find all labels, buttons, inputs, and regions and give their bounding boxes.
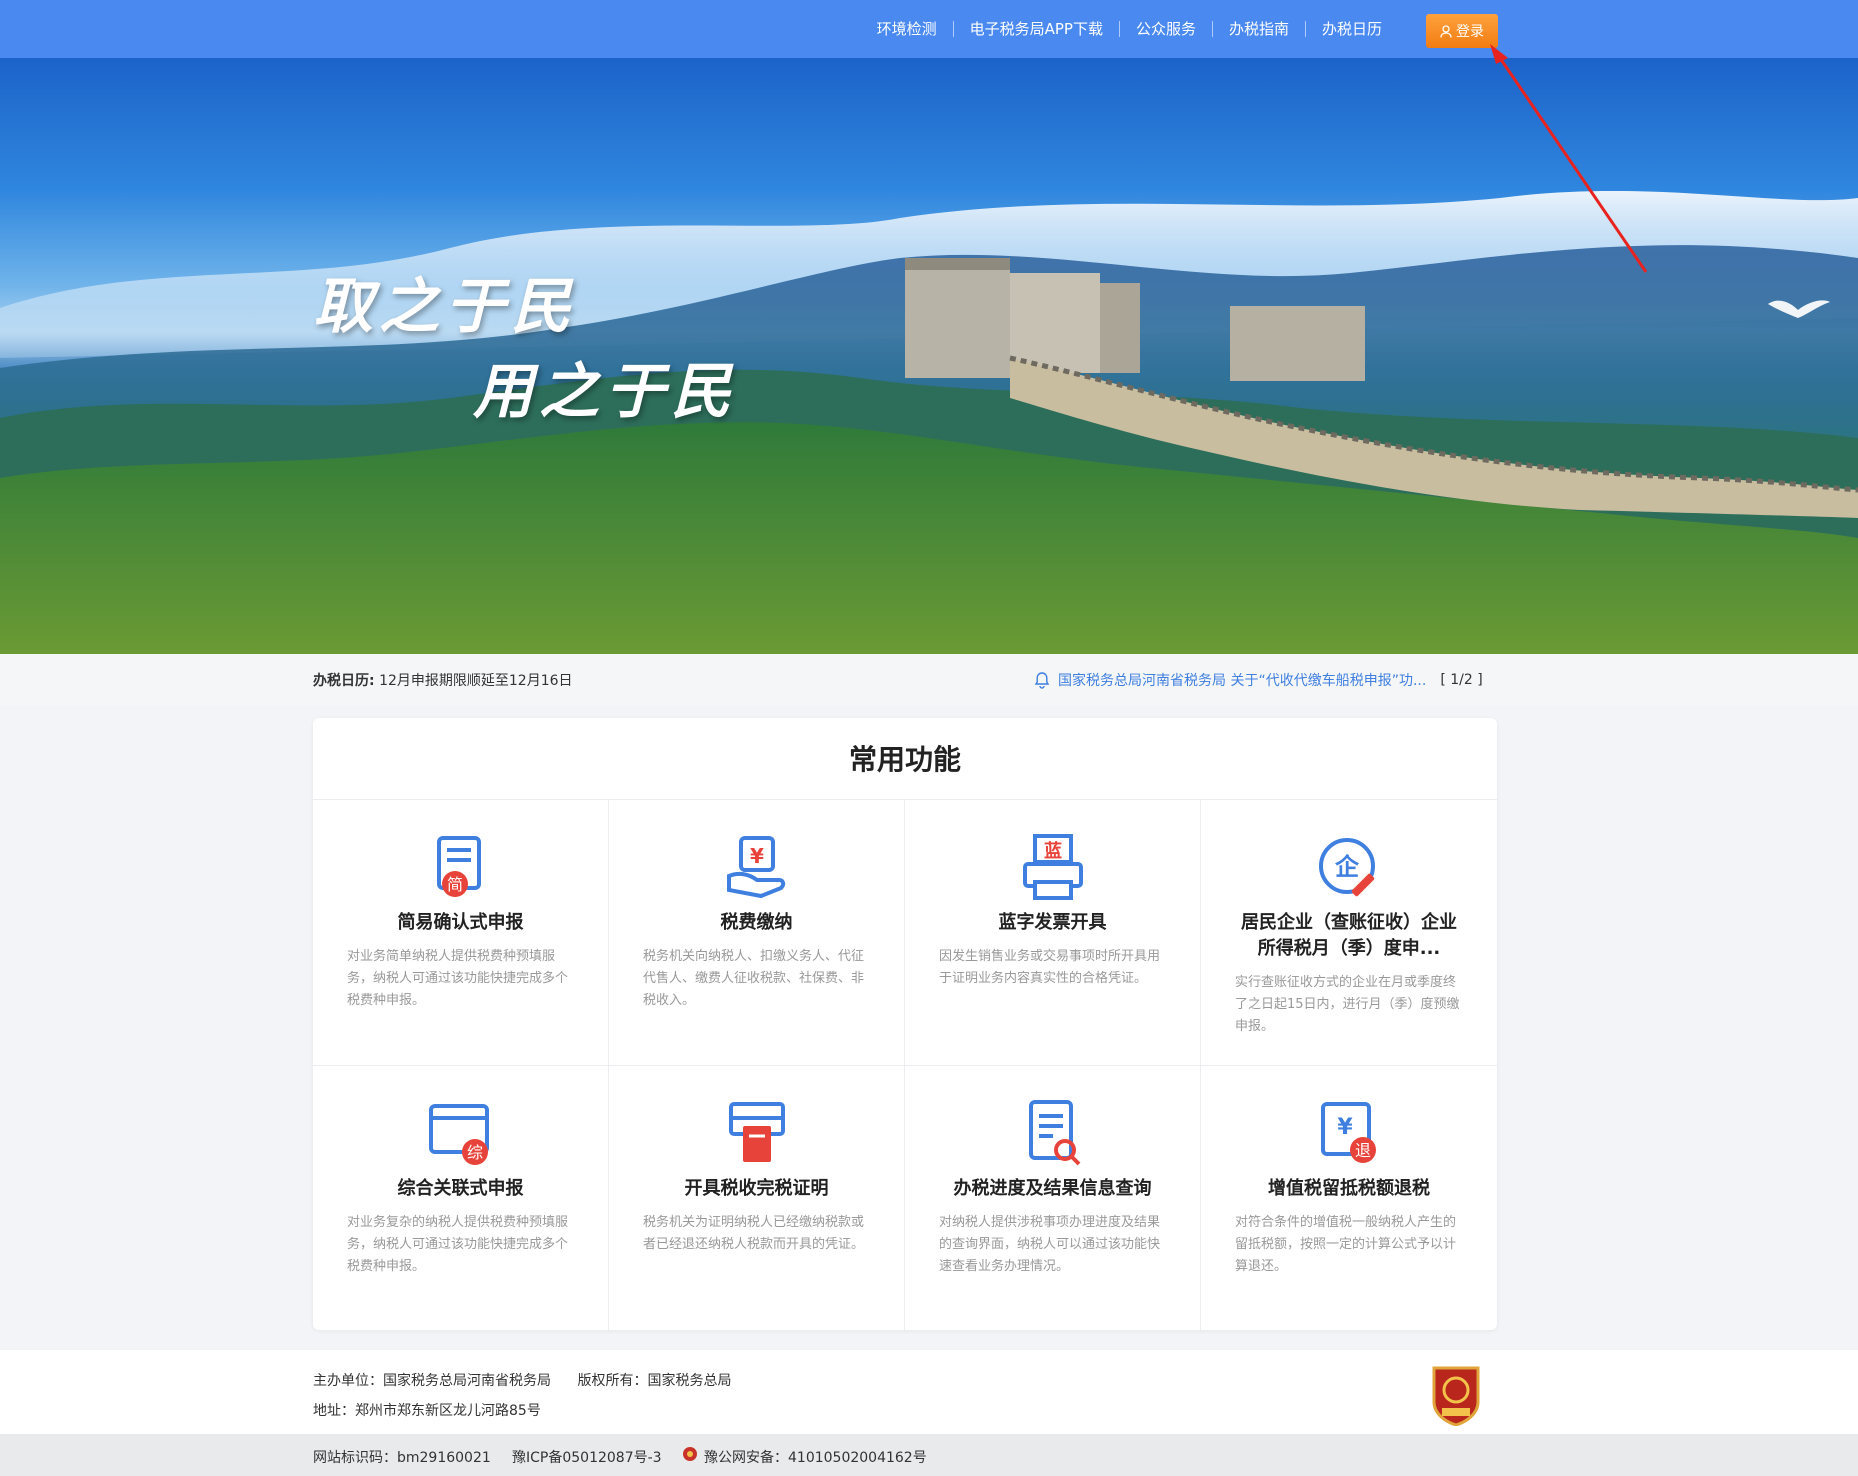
function-blue-invoice[interactable]: 蓝 蓝字发票开具 因发生销售业务或交易事项时所开具用于证明业务内容真实性的合格凭… [905,800,1201,1066]
enterprise-tax-icon: 企 [1319,838,1375,897]
site-code: 网站标识码：bm29160021 [313,1450,491,1466]
function-name: 开具税收完税证明 [684,1178,829,1199]
tax-payment-icon: ¥ [726,836,785,899]
function-name: 居民企业（查账征收）企业所得税月（季）度申... [1241,912,1457,959]
function-name: 蓝字发票开具 [998,912,1107,933]
function-tax-payment[interactable]: ¥ 税费缴纳 税务机关向纳税人、扣缴义务人、代征代售人、缴费人征收税款、社保费、… [609,800,905,1066]
function-desc: 对业务复杂的纳税人提供税费种预填服务，纳税人可通过该功能快捷完成多个税费种申报。 [347,1215,569,1274]
party-emblem-badge-icon[interactable] [1430,1364,1482,1426]
police-badge-icon [683,1447,697,1461]
svg-text:¥: ¥ [1337,1115,1353,1140]
nav-app-download[interactable]: 电子税务局APP下载 [954,21,1120,37]
function-name: 综合关联式申报 [397,1178,524,1199]
tax-calendar-notice[interactable]: 办税日历: 12月申报期限顺延至12月16日 [313,670,573,690]
footer-copyright: 版权所有：国家税务总局 [577,1373,732,1389]
footer-host: 主办单位：国家税务总局河南省税务局 [313,1373,551,1389]
function-desc: 对符合条件的增值税一般纳税人产生的留抵税额，按照一定的计算公式予以计算退还。 [1235,1215,1457,1274]
function-desc: 对纳税人提供涉税事项办理进度及结果的查询界面，纳税人可以通过该功能快速查看业务办… [939,1215,1161,1274]
login-label: 登录 [1456,24,1484,40]
announcement-pager: [ 1/2 ] [1440,672,1483,688]
bell-icon [1034,672,1050,689]
invoice-print-icon: 蓝 [1022,834,1083,900]
svg-text:蓝: 蓝 [1044,841,1062,862]
function-grid: 简 简易确认式申报 对业务简单纳税人提供税费种预填服务，纳税人可通过该功能快捷完… [313,800,1497,1330]
announcement-link[interactable]: 国家税务总局河南省税务局 关于“代收代缴车船税申报”功... [1058,670,1426,690]
function-name: 税费缴纳 [720,912,793,933]
calendar-label: 办税日历: [313,673,375,689]
function-desc: 实行查账征收方式的企业在月或季度终了之日起15日内，进行月（季）度预缴申报。 [1235,975,1460,1034]
svg-text:综: 综 [466,1143,482,1162]
function-desc: 因发生销售业务或交易事项时所开具用于证明业务内容真实性的合格凭证。 [939,949,1161,986]
calendar-text: 12月申报期限顺延至12月16日 [379,673,573,689]
nav-env-check[interactable]: 环境检测 [861,21,954,37]
tax-certificate-icon [728,1102,785,1162]
function-combined-declare[interactable]: 综 综合关联式申报 对业务复杂的纳税人提供税费种预填服务，纳税人可通过该功能快捷… [313,1066,609,1330]
nav-tax-calendar[interactable]: 办税日历 [1306,21,1398,37]
function-name: 增值税留抵税额退税 [1268,1178,1430,1199]
function-desc: 对业务简单纳税人提供税费种预填服务，纳税人可通过该功能快捷完成多个税费种申报。 [347,949,569,1008]
progress-query-icon [1028,1100,1080,1166]
panel-title: 常用功能 [313,718,1497,800]
police-record-link[interactable]: 豫公网安备：41010502004162号 [704,1447,927,1467]
function-desc: 税务机关向纳税人、扣缴义务人、代征代售人、缴费人征收税款、社保费、非税收入。 [643,949,865,1008]
svg-text:退: 退 [1355,1141,1371,1160]
user-icon [1440,24,1452,38]
hero-banner: 取之于民 用之于民 [0,58,1858,654]
announcement: 国家税务总局河南省税务局 关于“代收代缴车船税申报”功... [ 1/2 ] [1034,670,1483,690]
svg-text:企: 企 [1335,853,1360,881]
function-progress-query[interactable]: 办税进度及结果信息查询 对纳税人提供涉税事项办理进度及结果的查询界面，纳税人可以… [905,1066,1201,1330]
simple-declare-icon: 简 [436,836,481,897]
function-name: 办税进度及结果信息查询 [953,1178,1152,1199]
site-footer: 主办单位：国家税务总局河南省税务局 版权所有：国家税务总局 地址：郑州市郑东新区… [0,1350,1858,1434]
function-tax-certificate[interactable]: 开具税收完税证明 税务机关为证明纳税人已经缴纳税款或者已经退还纳税人税款而开具的… [609,1066,905,1330]
combined-declare-icon: 综 [428,1104,489,1165]
function-enterprise-income-tax[interactable]: 企 居民企业（查账征收）企业所得税月（季）度申... 实行查账征收方式的企业在月… [1201,800,1497,1066]
login-button[interactable]: 登录 [1426,14,1498,48]
common-functions-panel: 常用功能 简 简易确认式申报 对业务简单纳税人提供税费种预填服务，纳税人可通过该… [313,718,1497,1330]
top-nav-bar: 环境检测 电子税务局APP下载 公众服务 办税指南 办税日历 登录 [0,0,1858,58]
function-simple-declare[interactable]: 简 简易确认式申报 对业务简单纳税人提供税费种预填服务，纳税人可通过该功能快捷完… [313,800,609,1066]
info-strip: 办税日历: 12月申报期限顺延至12月16日 国家税务总局河南省税务局 关于“代… [0,654,1858,706]
footer-line-1: 主办单位：国家税务总局河南省税务局 版权所有：国家税务总局 [313,1370,731,1390]
function-name: 简易确认式申报 [397,912,524,933]
nav-tax-guide[interactable]: 办税指南 [1213,21,1306,37]
vat-refund-icon: ¥ 退 [1321,1102,1376,1163]
icp-link[interactable]: 豫ICP备05012087号-3 [512,1447,662,1467]
svg-text:简: 简 [446,875,462,894]
slogan-line-2: 用之于民 [473,357,737,427]
svg-text:¥: ¥ [750,844,764,868]
great-wall-landscape [0,190,1858,654]
footer-bottom-bar: 网站标识码：bm29160021 豫ICP备05012087号-3 豫公网安备：… [0,1434,1858,1476]
nav-public-service[interactable]: 公众服务 [1120,21,1213,37]
function-desc: 税务机关为证明纳税人已经缴纳税款或者已经退还纳税人税款而开具的凭证。 [643,1215,865,1252]
function-vat-refund[interactable]: ¥ 退 增值税留抵税额退税 对符合条件的增值税一般纳税人产生的留抵税额，按照一定… [1201,1066,1497,1330]
slogan-line-1: 取之于民 [313,272,577,342]
top-nav: 环境检测 电子税务局APP下载 公众服务 办税指南 办税日历 [861,0,1398,58]
footer-address: 地址：郑州市郑东新区龙儿河路85号 [313,1403,541,1419]
